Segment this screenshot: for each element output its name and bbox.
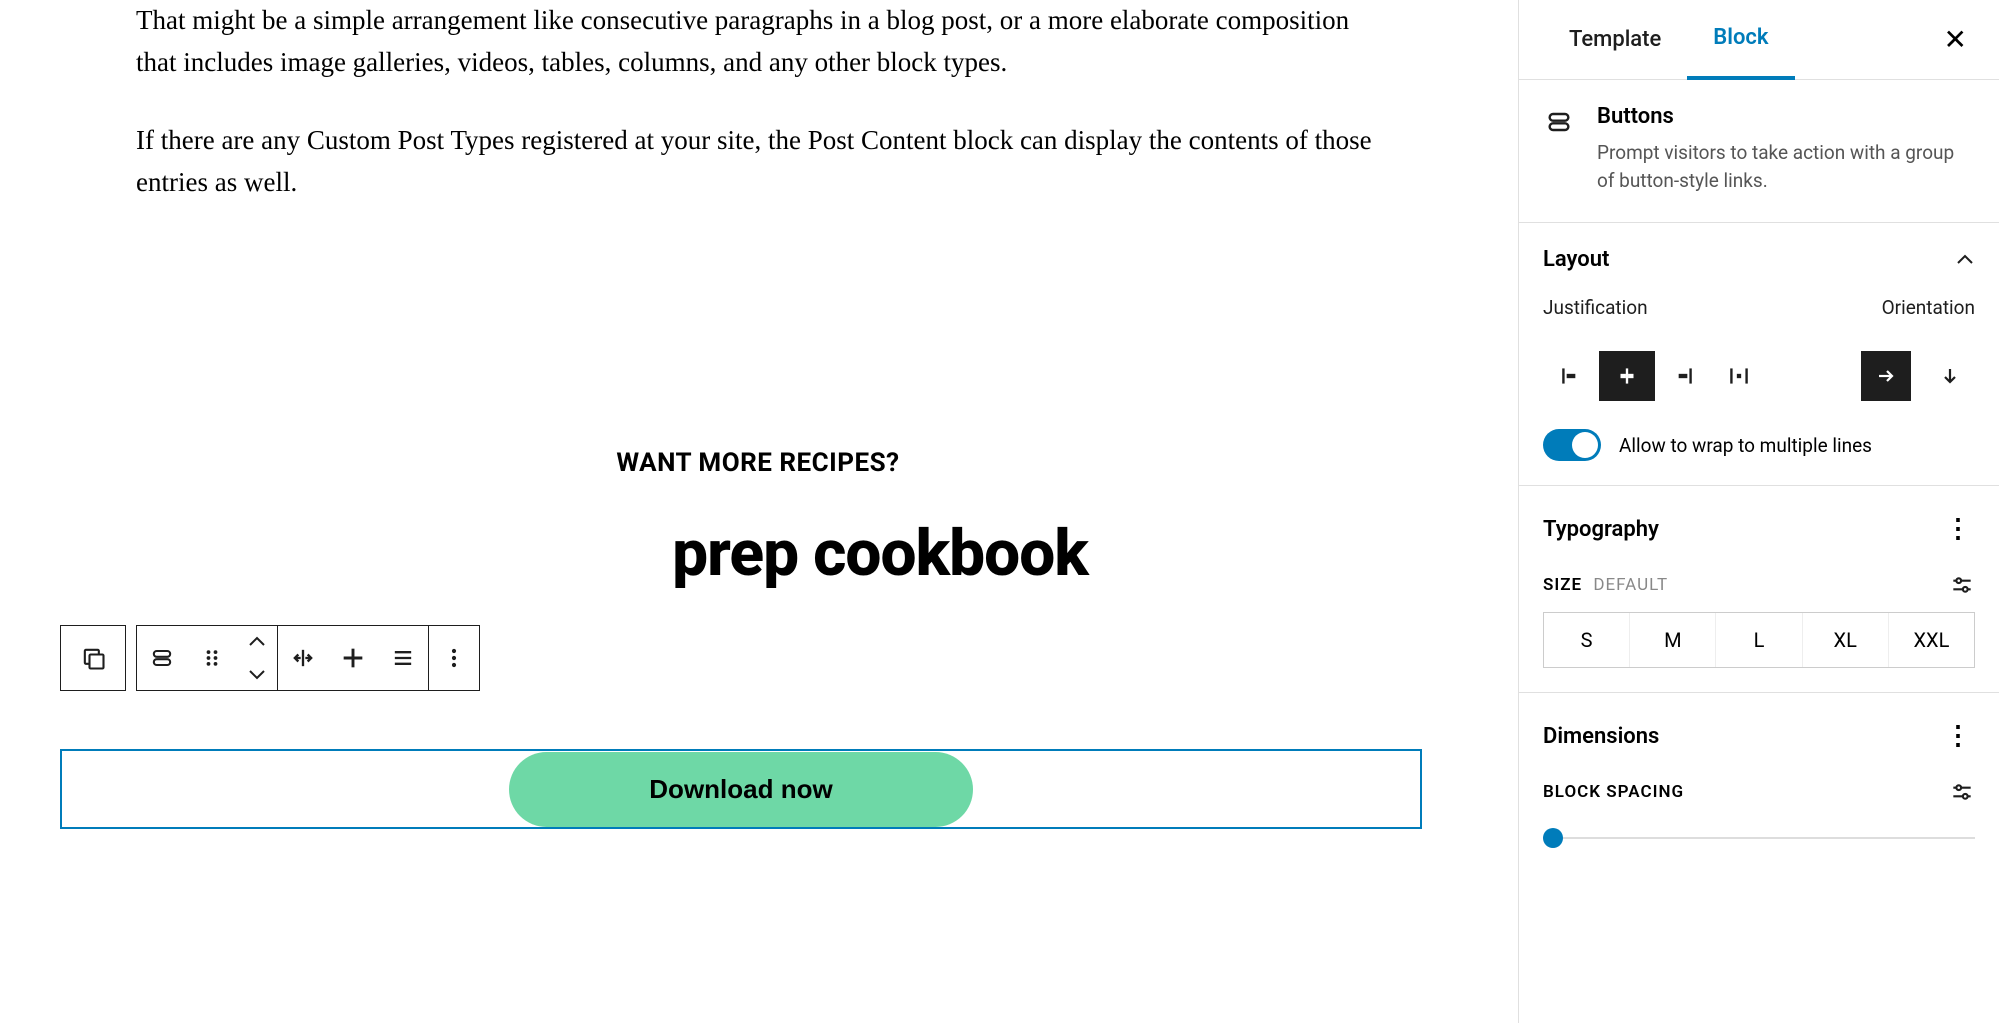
move-down-button[interactable]: [237, 658, 277, 690]
justify-center-icon: [1614, 363, 1640, 389]
settings-sliders-icon[interactable]: [1949, 779, 1975, 805]
eyebrow-text[interactable]: WANT MORE RECIPES?: [136, 448, 1380, 478]
block-spacing-row: BLOCK SPACING: [1543, 779, 1975, 805]
dimensions-panel-head: Dimensions ⋮: [1543, 717, 1975, 755]
chevron-down-icon: [248, 668, 266, 680]
size-option-xl[interactable]: XL: [1803, 613, 1889, 667]
wrap-toggle-row: Allow to wrap to multiple lines: [1543, 429, 1975, 461]
toolbar-main-group: [136, 625, 480, 691]
slider-thumb[interactable]: [1543, 828, 1563, 848]
size-option-s[interactable]: S: [1544, 613, 1630, 667]
typography-panel: Typography ⋮ SIZE DEFAULT S M L XL XXL: [1519, 486, 1999, 693]
block-title: Buttons: [1597, 104, 1975, 129]
more-vertical-icon: [440, 644, 468, 672]
change-alignment-button[interactable]: [328, 626, 378, 690]
layout-panel: Layout Justification Orientation Allow t…: [1519, 223, 1999, 486]
tab-template[interactable]: Template: [1543, 0, 1687, 80]
layout-labels-row: Justification Orientation: [1543, 296, 1975, 333]
dimensions-panel-title: Dimensions: [1543, 724, 1659, 749]
dimensions-options-button[interactable]: ⋮: [1941, 717, 1975, 755]
size-default: DEFAULT: [1593, 575, 1668, 595]
typography-options-button[interactable]: ⋮: [1941, 510, 1975, 548]
typography-size-header: SIZE DEFAULT: [1543, 572, 1975, 598]
wrap-toggle[interactable]: [1543, 429, 1601, 461]
buttons-block-icon-button[interactable]: [137, 626, 187, 690]
tab-block[interactable]: Block: [1687, 0, 1794, 80]
chevron-up-icon: [248, 636, 266, 648]
toggle-knob: [1572, 432, 1598, 458]
justify-center-button[interactable]: [1599, 351, 1655, 401]
more-options-button[interactable]: [429, 626, 479, 690]
buttons-icon: [1543, 106, 1575, 138]
orientation-group: [1861, 351, 1975, 401]
content-paragraph[interactable]: If there are any Custom Post Types regis…: [136, 120, 1380, 204]
change-justification-button[interactable]: [278, 626, 328, 690]
move-controls: [237, 626, 277, 690]
justification-group: [1543, 351, 1767, 401]
layout-panel-toggle[interactable]: Layout: [1543, 247, 1975, 272]
block-info-panel: Buttons Prompt visitors to take action w…: [1519, 80, 1999, 223]
justify-right-button[interactable]: [1655, 351, 1711, 401]
headline-partial[interactable]: prep cookbook: [258, 516, 1502, 591]
size-option-l[interactable]: L: [1716, 613, 1802, 667]
more-vertical-icon: ⋮: [1945, 721, 1971, 751]
orientation-horizontal-button[interactable]: [1861, 351, 1911, 401]
close-sidebar-button[interactable]: ✕: [1936, 18, 1975, 62]
justify-left-button[interactable]: [1543, 351, 1599, 401]
layout-controls-row: [1543, 351, 1975, 401]
more-vertical-icon: ⋮: [1945, 514, 1971, 544]
content-justify-icon: [389, 644, 417, 672]
wrap-toggle-label: Allow to wrap to multiple lines: [1619, 434, 1872, 457]
block-spacing-label: BLOCK SPACING: [1543, 782, 1684, 802]
justify-space-between-button[interactable]: [1711, 351, 1767, 401]
typography-panel-title: Typography: [1543, 517, 1659, 542]
typography-panel-head: Typography ⋮: [1543, 510, 1975, 548]
align-icon: [339, 644, 367, 672]
close-icon: ✕: [1944, 23, 1967, 56]
justify-space-icon: [1726, 363, 1752, 389]
justify-left-icon: [1558, 363, 1584, 389]
select-parent-button[interactable]: [60, 625, 126, 691]
block-spacing-slider[interactable]: [1543, 833, 1975, 843]
editor-canvas: That might be a simple arrangement like …: [0, 0, 1520, 1023]
parent-icon: [79, 644, 107, 672]
block-info-text: Buttons Prompt visitors to take action w…: [1597, 104, 1975, 194]
drag-icon: [198, 644, 226, 672]
layout-panel-title: Layout: [1543, 247, 1609, 272]
settings-sliders-icon[interactable]: [1949, 572, 1975, 598]
size-label: SIZE: [1543, 575, 1582, 595]
download-button[interactable]: Download now: [509, 752, 972, 827]
move-up-button[interactable]: [237, 626, 277, 658]
justification-label: Justification: [1543, 296, 1648, 319]
content-paragraph[interactable]: That might be a simple arrangement like …: [136, 0, 1380, 84]
slider-track: [1543, 837, 1975, 839]
chevron-up-icon: [1955, 253, 1975, 267]
arrow-down-icon: [1938, 364, 1962, 388]
dimensions-panel: Dimensions ⋮ BLOCK SPACING: [1519, 693, 1999, 867]
size-option-xxl[interactable]: XXL: [1889, 613, 1974, 667]
size-option-m[interactable]: M: [1630, 613, 1716, 667]
drag-handle[interactable]: [187, 626, 237, 690]
orientation-vertical-button[interactable]: [1925, 351, 1975, 401]
justify-icon: [289, 644, 317, 672]
buttons-block-selected[interactable]: Download now: [60, 749, 1422, 829]
font-size-options: S M L XL XXL: [1543, 612, 1975, 668]
orientation-label: Orientation: [1882, 296, 1975, 319]
sidebar-tabs: Template Block ✕: [1519, 0, 1999, 80]
block-description: Prompt visitors to take action with a gr…: [1597, 139, 1975, 194]
block-toolbar: [60, 625, 480, 691]
arrow-right-icon: [1874, 364, 1898, 388]
justify-right-icon: [1670, 363, 1696, 389]
settings-sidebar: Template Block ✕ Buttons Prompt visitors…: [1518, 0, 1999, 1023]
content-justification-button[interactable]: [378, 626, 428, 690]
buttons-icon: [148, 644, 176, 672]
